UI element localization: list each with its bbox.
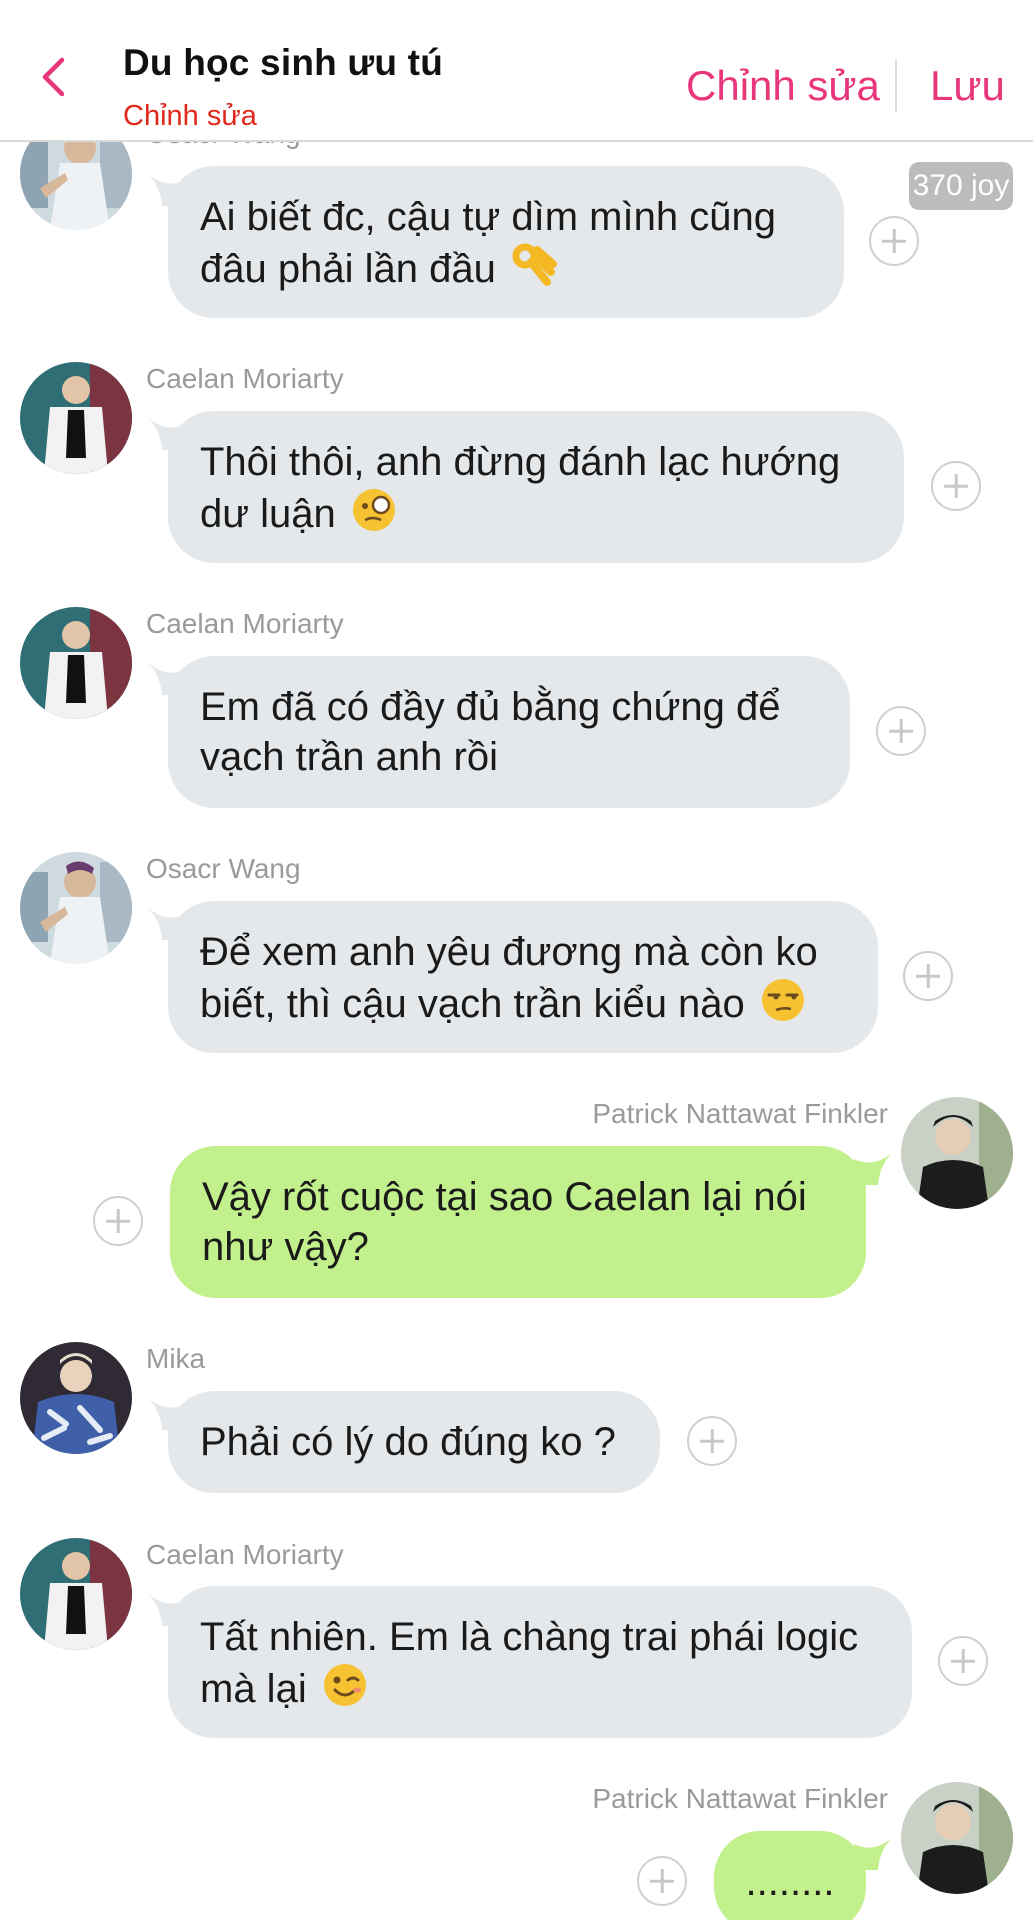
- add-reaction-button[interactable]: [869, 216, 919, 266]
- sender-name: Caelan Moriarty: [146, 363, 344, 394]
- message-text: Vậy rốt cuộc tại sao Caelan lại nói như …: [202, 1175, 807, 1269]
- save-button[interactable]: Lưu: [930, 62, 1005, 110]
- message-bubble[interactable]: Phải có lý do đúng ko ?: [168, 1391, 660, 1493]
- monocle-face-emoji: [351, 487, 397, 545]
- avatar-patrick-nattawat-finkler[interactable]: [901, 1097, 1013, 1209]
- add-reaction-button[interactable]: [93, 1196, 143, 1246]
- message-bubble[interactable]: Em đã có đầy đủ bằng chứng để vạch trần …: [168, 656, 850, 808]
- add-reaction-button[interactable]: [637, 1856, 687, 1906]
- joy-badge: 370 joy: [909, 162, 1013, 210]
- top-bar: Du học sinh ưu tú Chỉnh sửa Chỉnh sửa Lư…: [0, 0, 1033, 142]
- sender-name: Caelan Moriarty: [146, 608, 344, 639]
- message-text: Em đã có đầy đủ bằng chứng để vạch trần …: [200, 685, 781, 779]
- sender-name: Osacr Wang: [146, 853, 301, 884]
- winking-face-emoji: [322, 1662, 368, 1720]
- edit-button[interactable]: Chỉnh sửa: [686, 62, 880, 110]
- message-bubble[interactable]: Thôi thôi, anh đừng đánh lạc hướng dư lu…: [168, 411, 904, 563]
- sender-name: Patrick Nattawat Finkler: [592, 1783, 888, 1814]
- chat-subtitle[interactable]: Chỉnh sửa: [123, 100, 257, 133]
- avatar-patrick-nattawat-finkler[interactable]: [901, 1782, 1013, 1894]
- message-bubble[interactable]: Ai biết đc, cậu tự dìm mình cũng đâu phả…: [168, 166, 844, 318]
- ok-hand-emoji: [511, 242, 557, 300]
- add-reaction-button[interactable]: [938, 1636, 988, 1686]
- back-button[interactable]: [36, 57, 70, 96]
- avatar-caelan-moriarty[interactable]: [20, 1538, 132, 1650]
- add-reaction-button[interactable]: [903, 951, 953, 1001]
- message-bubble[interactable]: Tất nhiên. Em là chàng trai phái logic m…: [168, 1586, 912, 1738]
- sender-name: Mika: [146, 1343, 206, 1374]
- avatar-caelan-moriarty[interactable]: [20, 607, 132, 719]
- header-divider: [895, 60, 897, 112]
- add-reaction-button[interactable]: [876, 706, 926, 756]
- sender-name: Caelan Moriarty: [146, 1539, 344, 1570]
- message-bubble[interactable]: ........: [714, 1831, 866, 1920]
- chat-title: Du học sinh ưu tú: [123, 42, 443, 83]
- chat-thread[interactable]: 370 joy Osacr Wang Ai biết đc, cậu tự dì…: [0, 0, 1033, 1920]
- sender-name: Patrick Nattawat Finkler: [592, 1098, 888, 1129]
- message-text: Phải có lý do đúng ko ?: [200, 1420, 616, 1464]
- message-bubble[interactable]: Để xem anh yêu đương mà còn ko biết, thì…: [168, 901, 878, 1053]
- message-text: Ai biết đc, cậu tự dìm mình cũng đâu phả…: [200, 195, 776, 291]
- avatar-mika[interactable]: [20, 1342, 132, 1454]
- unamused-face-emoji: [760, 977, 806, 1035]
- message-bubble[interactable]: Vậy rốt cuộc tại sao Caelan lại nói như …: [170, 1146, 866, 1298]
- add-reaction-button[interactable]: [931, 461, 981, 511]
- add-reaction-button[interactable]: [687, 1416, 737, 1466]
- avatar-caelan-moriarty[interactable]: [20, 362, 132, 474]
- message-text: Thôi thôi, anh đừng đánh lạc hướng dư lu…: [200, 440, 841, 536]
- avatar-osacr-wang[interactable]: [20, 852, 132, 964]
- chevron-left-icon: [40, 57, 66, 102]
- message-text: ........: [745, 1860, 835, 1904]
- message-text: Để xem anh yêu đương mà còn ko biết, thì…: [200, 930, 818, 1026]
- message-text: Tất nhiên. Em là chàng trai phái logic m…: [200, 1615, 859, 1711]
